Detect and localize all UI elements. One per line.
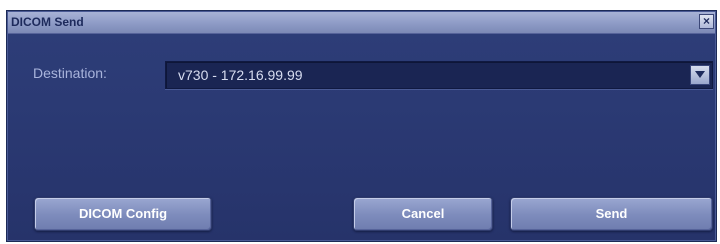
dialog-title: DICOM Send	[11, 15, 84, 29]
destination-label: Destination:	[33, 65, 107, 81]
close-button[interactable]: ×	[699, 14, 714, 29]
cancel-button[interactable]: Cancel	[353, 197, 493, 231]
chevron-down-icon	[695, 71, 705, 78]
title-bar[interactable]: DICOM Send ×	[8, 12, 715, 34]
close-icon: ×	[702, 14, 710, 28]
send-button[interactable]: Send	[510, 197, 713, 231]
destination-selected-value: v730 - 172.16.99.99	[178, 67, 303, 83]
dicom-send-dialog: DICOM Send × Destination: v730 - 172.16.…	[6, 10, 717, 242]
destination-dropdown-button[interactable]	[690, 65, 710, 85]
destination-select[interactable]: v730 - 172.16.99.99	[165, 61, 713, 89]
dicom-config-button[interactable]: DICOM Config	[34, 197, 212, 231]
